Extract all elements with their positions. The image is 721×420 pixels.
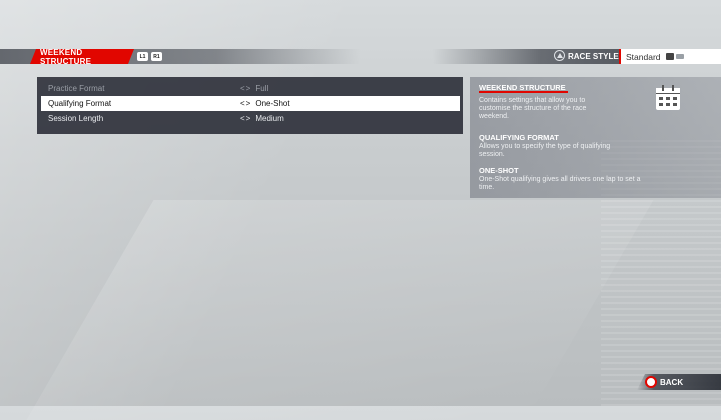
setting-row-practice-format[interactable]: Practice Format <> Full [41,81,460,96]
page-title-tab: WEEKEND STRUCTURE [30,49,134,64]
settings-panel: Practice Format <> Full Qualifying Forma… [37,77,463,134]
setting-label: Practice Format [48,84,105,93]
setting-value: Medium [255,114,284,123]
left-right-arrows-icon[interactable]: <> [240,84,251,93]
setting-row-session-length[interactable]: Session Length <> Medium [41,111,460,126]
triangle-button-icon [554,50,565,61]
setting-label: Qualifying Format [48,99,112,108]
info-option-heading: QUALIFYING FORMAT [479,133,559,142]
background-shape [26,200,654,420]
page-title: WEEKEND STRUCTURE [40,47,92,66]
info-option-text: session. [479,151,505,158]
back-button[interactable]: BACK [660,374,683,390]
calendar-icon [656,85,680,110]
r1-label: R1 [153,53,160,60]
race-style-label[interactable]: RACE STYLE [568,49,619,64]
info-value-heading: ONE-SHOT [479,166,519,175]
options-button-icon [666,53,684,60]
left-right-arrows-icon[interactable]: <> [240,114,251,123]
info-section-text: Contains settings that allow you to [479,97,586,104]
race-style-value: Standard [626,51,661,62]
setting-value-group: <> Full [240,84,268,93]
setting-row-qualifying-format[interactable]: Qualifying Format <> One-Shot [41,96,460,111]
r1-button-icon[interactable]: R1 [151,52,162,61]
setting-value-group: <> Medium [240,114,284,123]
setting-value-group: <> One-Shot [240,99,290,108]
left-right-arrows-icon[interactable]: <> [240,99,251,108]
info-option-text: Allows you to specify the type of qualif… [479,143,611,150]
info-section-text: customise the structure of the race [479,105,587,112]
info-value-text: One-Shot qualifying gives all drivers on… [479,176,641,183]
info-value-text: time. [479,184,495,191]
info-section-text: weekend. [479,113,509,120]
info-panel: WEEKEND STRUCTURE Contains settings that… [470,77,721,198]
l1-label: L1 [139,53,146,60]
circle-button-icon[interactable] [645,376,657,388]
heading-underline [479,91,568,93]
setting-value: Full [255,84,269,93]
setting-label: Session Length [48,114,104,123]
setting-value: One-Shot [255,99,290,108]
l1-button-icon[interactable]: L1 [137,52,148,61]
